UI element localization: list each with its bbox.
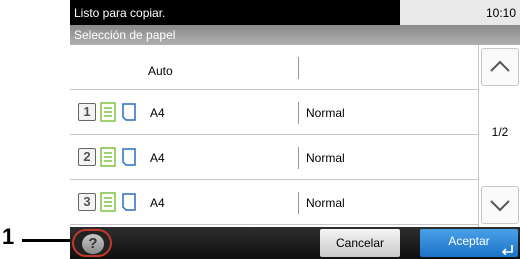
portrait-paper-icon <box>122 193 136 211</box>
row-divider <box>298 192 299 214</box>
paper-type: Normal <box>306 196 345 210</box>
footer-bar: ? Cancelar Aceptar <box>70 227 520 259</box>
paper-size: A4 <box>150 106 165 120</box>
paper-row-auto[interactable]: Auto <box>70 45 478 90</box>
cassette-3-icon: 3 <box>78 193 96 211</box>
cassette-2-icon: 2 <box>78 148 96 166</box>
scroll-column: 1/2 <box>478 45 520 227</box>
callout-line <box>22 239 72 242</box>
cancel-button[interactable]: Cancelar <box>320 229 400 257</box>
clock-box: 10:10 <box>400 0 520 25</box>
clock: 10:10 <box>485 6 516 20</box>
accept-button[interactable]: Aceptar <box>420 229 518 257</box>
portrait-paper-icon <box>122 148 136 166</box>
paper-stack-icon <box>100 147 116 167</box>
chevron-up-icon <box>490 60 510 72</box>
copy-panel: Listo para copiar. 10:10 Selección de pa… <box>70 0 520 259</box>
paper-type: Normal <box>306 106 345 120</box>
auto-label: Auto <box>148 64 173 78</box>
paper-size: A4 <box>150 196 165 210</box>
paper-row-1[interactable]: 1 A4 Normal <box>70 90 478 135</box>
portrait-paper-icon <box>122 103 136 121</box>
status-bar: Listo para copiar. 10:10 <box>70 0 520 25</box>
paper-type: Normal <box>306 151 345 165</box>
status-message: Listo para copiar. <box>74 6 166 20</box>
help-icon: ? <box>82 234 104 254</box>
page-indicator: 1/2 <box>491 125 509 139</box>
paper-row-3[interactable]: 3 A4 Normal <box>70 180 478 225</box>
row-divider <box>298 102 299 124</box>
paper-stack-icon <box>100 102 116 122</box>
row-divider <box>298 57 299 79</box>
paper-row-2[interactable]: 2 A4 Normal <box>70 135 478 180</box>
accept-label: Aceptar <box>448 234 490 248</box>
row-divider <box>298 147 299 169</box>
chevron-down-icon <box>490 200 510 212</box>
paper-list: Auto 1 A4 Normal 2 A4 Normal 3 A4 Normal <box>70 45 478 227</box>
paper-stack-icon <box>100 192 116 212</box>
title-bar: Selección de papel <box>70 25 520 45</box>
callout-number: 1 <box>2 224 15 249</box>
page-title: Selección de papel <box>74 28 176 42</box>
cassette-1-icon: 1 <box>78 103 96 121</box>
scroll-up-button[interactable] <box>481 48 519 86</box>
help-button[interactable]: ? <box>72 229 112 257</box>
scroll-down-button[interactable] <box>481 186 519 224</box>
enter-icon <box>502 245 513 255</box>
paper-size: A4 <box>150 151 165 165</box>
